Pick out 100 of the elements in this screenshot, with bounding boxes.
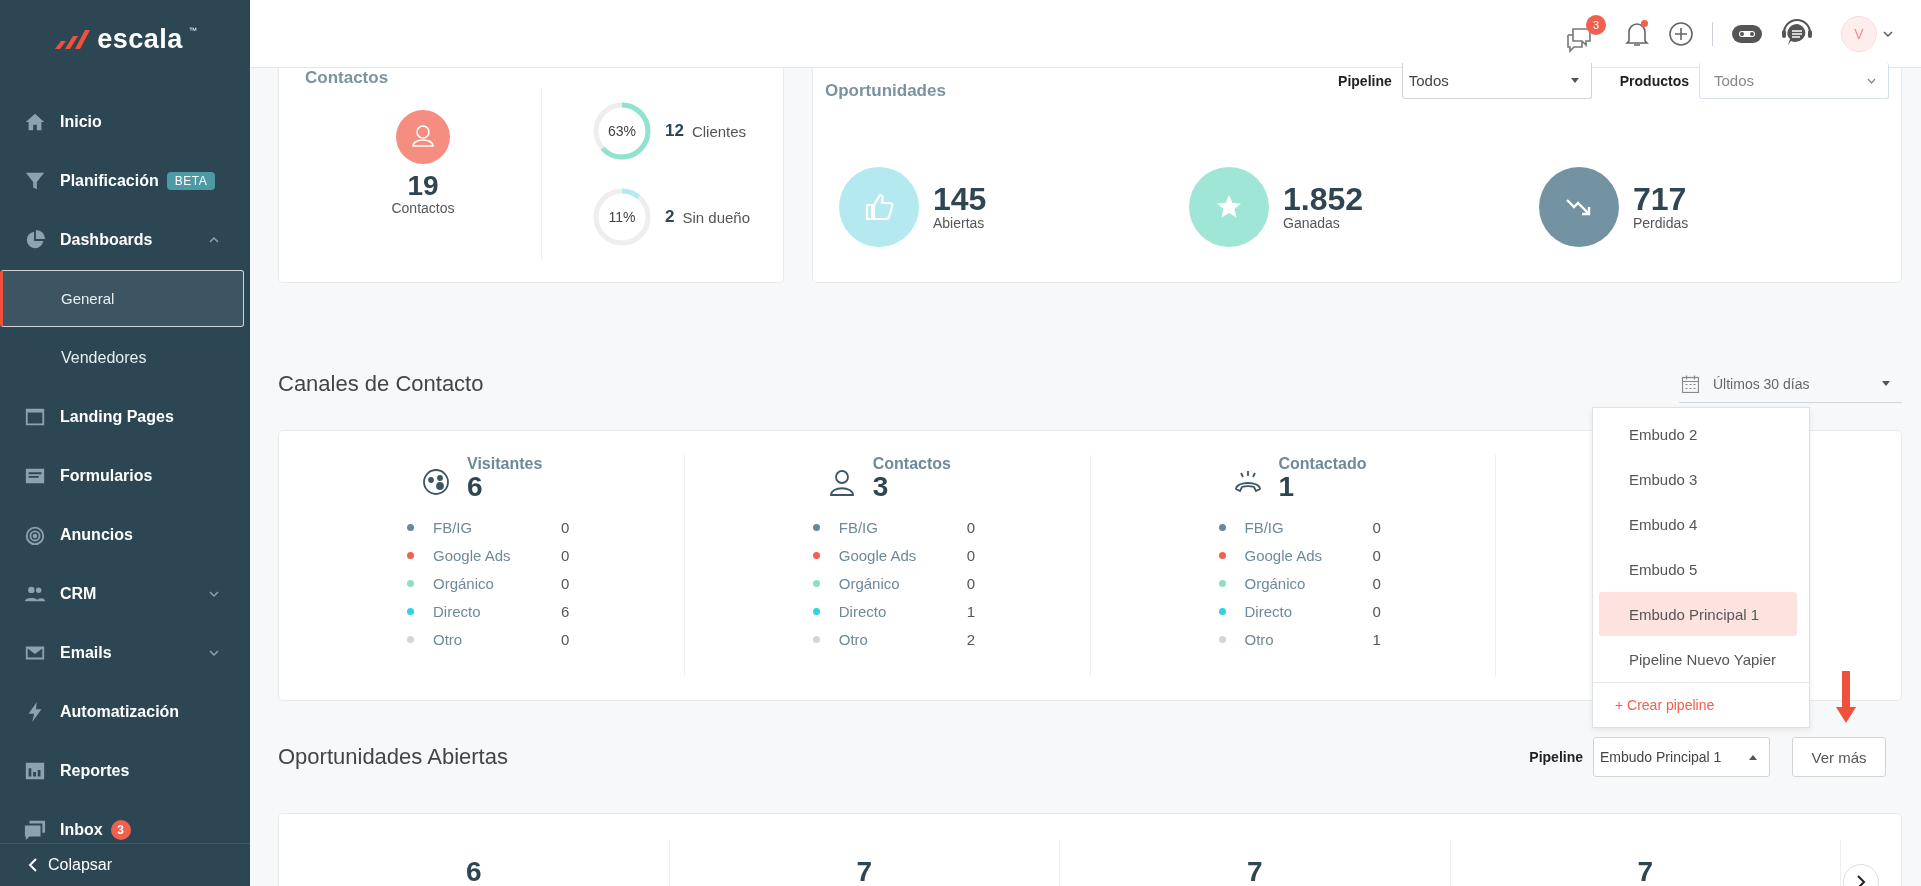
filter-label: Productos	[1619, 73, 1689, 89]
chevron-icon	[1867, 77, 1876, 84]
source-value: 0	[561, 546, 570, 564]
channel-value: 1	[1278, 473, 1296, 501]
sidebar-item[interactable]: Planificación BETA	[0, 151, 244, 210]
source-value: 0	[1372, 574, 1381, 592]
beta-badge: BETA	[166, 171, 216, 190]
section-title: Canales de Contacto	[278, 371, 484, 397]
sidebar-item[interactable]: Dashboards	[0, 210, 244, 269]
stage-count: 7	[856, 858, 873, 886]
source-value: 0	[561, 574, 570, 592]
stat-value: 717	[1633, 183, 1688, 215]
menu-item[interactable]: Embudo 3	[1599, 457, 1797, 501]
sidebar-item[interactable]: CRM	[0, 564, 244, 623]
card-title: Oportunidades	[825, 80, 946, 101]
stage-count: 6	[465, 858, 482, 886]
source-label: Google Ads	[838, 546, 918, 564]
channel-value: 6	[467, 473, 484, 501]
source-label: FB/IG	[838, 518, 879, 536]
sidebar-item[interactable]: Emails	[0, 623, 244, 682]
pipeline-label: Pipeline	[1529, 749, 1583, 765]
contacts-label: Contactos	[391, 200, 455, 216]
source-value: 1	[1372, 630, 1381, 648]
sidebar-item[interactable]: General	[0, 270, 244, 327]
ring-count: 12	[665, 121, 684, 141]
source-value: 0	[1372, 546, 1381, 564]
source-label: Otro	[433, 630, 464, 648]
filter-label: Pipeline	[1338, 73, 1392, 89]
sidebar-item[interactable]: Anuncios	[0, 505, 244, 564]
stat-label: Ganadas	[1283, 215, 1341, 231]
count-badge: 3	[110, 819, 131, 840]
sidebar-item[interactable]: Inicio	[0, 92, 244, 151]
sidebar-item[interactable]: Landing Pages	[0, 387, 244, 446]
trademark-mark: ™	[188, 26, 197, 35]
face-icon	[421, 467, 451, 497]
stage-count: 7	[1246, 858, 1263, 886]
ring-label: Clientes	[691, 122, 747, 140]
source-label: Directo	[838, 602, 888, 620]
menu-item[interactable]: Embudo 4	[1599, 502, 1797, 546]
menu-item[interactable]: Embudo 5	[1599, 547, 1797, 591]
stat-label: Perdidas	[1633, 215, 1689, 231]
source-label: Otro	[838, 630, 869, 648]
source-value: 0	[966, 546, 976, 564]
arrow-down-annotation	[1836, 671, 1857, 723]
filter-select[interactable]: Todos	[1401, 63, 1592, 99]
channel-title: Contactado	[1278, 455, 1367, 473]
date-range-select[interactable]: Últimos 30 días	[1679, 365, 1902, 403]
sidebar-item[interactable]: Formularios	[0, 446, 244, 505]
source-value: 0	[966, 574, 976, 592]
stat-value: 145	[933, 183, 987, 215]
stat-label: Abiertas	[933, 215, 986, 231]
contacts-total: 19	[407, 172, 439, 200]
menu-item[interactable]: Pipeline Nuevo Yapier	[1599, 637, 1797, 681]
source-value: 6	[561, 602, 570, 620]
source-label: Google Ads	[433, 546, 512, 564]
card-title: Contactos	[305, 68, 390, 88]
caret-icon	[1570, 78, 1579, 83]
person-icon	[396, 110, 450, 164]
source-label: Otro	[1244, 630, 1275, 648]
brand-name: escala	[97, 23, 183, 55]
chevron-right-icon	[1856, 875, 1866, 886]
sidebar-item[interactable]: Reportes	[0, 741, 244, 800]
menu-item[interactable]: Embudo Principal 1	[1599, 592, 1797, 636]
source-value: 2	[966, 630, 976, 648]
menu-item[interactable]: Embudo 2	[1599, 412, 1797, 456]
source-value: 0	[561, 630, 570, 648]
percent-label: 11%	[607, 208, 637, 227]
view-more-button[interactable]: Ver más	[1792, 737, 1886, 777]
pipeline-select[interactable]: Embudo Principal 1	[1593, 737, 1770, 777]
source-label: FB/IG	[1244, 518, 1285, 536]
calendar-icon	[1682, 374, 1699, 393]
section-title: Oportunidades Abiertas	[278, 744, 508, 770]
notification-count: 3	[1586, 14, 1606, 35]
ring-label: Sin dueño	[682, 208, 751, 226]
chat-icon	[1564, 26, 1594, 53]
filter-select[interactable]: Todos	[1699, 63, 1889, 99]
caret-icon[interactable]	[1883, 30, 1893, 37]
caret-icon	[1882, 381, 1890, 386]
source-label: Orgánico	[1244, 574, 1307, 592]
logo-icon	[53, 29, 92, 49]
source-label: Directo	[1244, 602, 1293, 620]
sidebar-item[interactable]: Vendedores	[0, 328, 244, 387]
stat-value: 1.852	[1283, 183, 1364, 215]
ring-count: 2	[665, 207, 675, 227]
source-label: Directo	[433, 602, 482, 620]
pie-icon	[24, 228, 46, 251]
channel-title: Visitantes	[467, 455, 543, 473]
source-value: 0	[1372, 518, 1381, 536]
sidebar-item[interactable]: Automatización	[0, 682, 244, 741]
notifications-button[interactable]	[1624, 19, 1650, 48]
source-value: 0	[966, 518, 976, 536]
source-value: 0	[561, 518, 570, 536]
source-label: FB/IG	[433, 518, 474, 536]
add-button[interactable]	[1668, 20, 1694, 47]
channel-title: Contactos	[872, 455, 951, 473]
source-label: Orgánico	[838, 574, 901, 592]
sidebar-item[interactable]: Inbox 3	[0, 800, 244, 843]
source-value: 0	[1372, 602, 1381, 620]
source-label: Google Ads	[1244, 546, 1324, 564]
percent-label: 63%	[607, 122, 637, 141]
